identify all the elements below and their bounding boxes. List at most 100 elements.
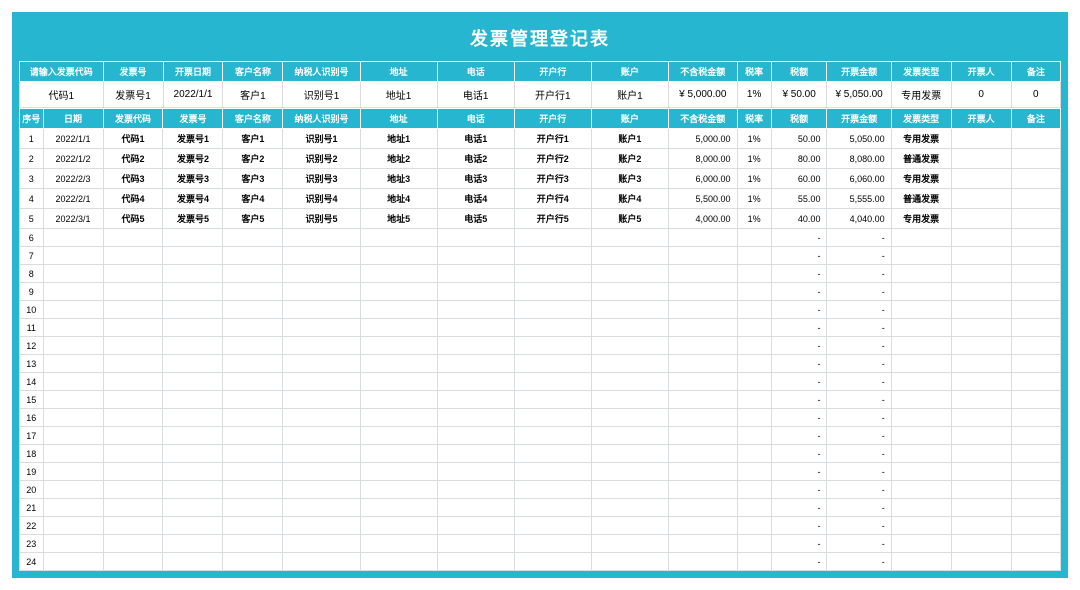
cell-empty: -	[771, 499, 827, 517]
cell-num: 发票号2	[163, 149, 223, 169]
cell-empty	[283, 247, 360, 265]
cell-empty	[737, 553, 771, 571]
cell-rate: 1%	[737, 129, 771, 149]
cell-type: 普通发票	[891, 149, 951, 169]
cell-empty: -	[771, 427, 827, 445]
cell-empty	[360, 499, 437, 517]
cell-empty	[437, 427, 514, 445]
cell-empty	[951, 283, 1011, 301]
query-value-cell: 代码1	[20, 82, 104, 108]
table-row-empty: 10--	[20, 301, 1061, 319]
cell-addr: 地址3	[360, 169, 437, 189]
cell-bank: 开户行4	[514, 189, 591, 209]
cell-empty: 14	[20, 373, 44, 391]
cell-empty	[951, 445, 1011, 463]
cell-empty	[1011, 373, 1060, 391]
query-header-cell: 备注	[1011, 62, 1060, 82]
cell-empty: 20	[20, 481, 44, 499]
cell-empty	[514, 229, 591, 247]
cell-bank: 开户行5	[514, 209, 591, 229]
cell-tel: 电话3	[437, 169, 514, 189]
query-value-cell: 2022/1/1	[163, 82, 223, 108]
cell-addr: 地址4	[360, 189, 437, 209]
cell-empty	[360, 445, 437, 463]
cell-date: 2022/1/1	[43, 129, 103, 149]
table-row-empty: 7--	[20, 247, 1061, 265]
cell-empty	[668, 409, 737, 427]
cell-empty: 17	[20, 427, 44, 445]
cell-code: 代码2	[103, 149, 163, 169]
cell-tax: 50.00	[771, 129, 827, 149]
cell-empty	[1011, 517, 1060, 535]
cell-cust: 客户1	[223, 129, 283, 149]
cell-taxid: 识别号2	[283, 149, 360, 169]
cell-empty: 11	[20, 319, 44, 337]
cell-empty	[737, 247, 771, 265]
cell-empty	[283, 553, 360, 571]
cell-empty	[1011, 265, 1060, 283]
table-row: 42022/2/1代码4发票号4客户4识别号4地址4电话4开户行4账户45,50…	[20, 189, 1061, 209]
cell-taxid: 识别号3	[283, 169, 360, 189]
cell-empty	[223, 499, 283, 517]
cell-empty	[951, 463, 1011, 481]
cell-empty	[591, 247, 668, 265]
cell-empty	[591, 445, 668, 463]
cell-empty	[283, 391, 360, 409]
cell-empty	[737, 445, 771, 463]
cell-num: 发票号5	[163, 209, 223, 229]
cell-empty	[514, 373, 591, 391]
cell-empty	[223, 229, 283, 247]
cell-empty	[103, 229, 163, 247]
list-header-row: 序号日期发票代码发票号客户名称纳税人识别号地址电话开户行账户不含税金额税率税额开…	[20, 109, 1061, 129]
cell-empty	[283, 283, 360, 301]
cell-empty	[163, 499, 223, 517]
cell-amt: 5,000.00	[668, 129, 737, 149]
cell-empty	[223, 319, 283, 337]
list-header-cell: 日期	[43, 109, 103, 129]
cell-empty	[951, 265, 1011, 283]
cell-empty	[163, 391, 223, 409]
cell-empty	[591, 463, 668, 481]
cell-empty	[360, 517, 437, 535]
table-row-empty: 8--	[20, 265, 1061, 283]
cell-empty: 13	[20, 355, 44, 373]
cell-empty	[737, 517, 771, 535]
table-row: 32022/2/3代码3发票号3客户3识别号3地址3电话3开户行3账户36,00…	[20, 169, 1061, 189]
cell-empty	[591, 553, 668, 571]
cell-empty	[437, 229, 514, 247]
query-value-cell: 1%	[737, 82, 771, 108]
cell-empty	[437, 301, 514, 319]
cell-amt: 4,000.00	[668, 209, 737, 229]
cell-empty	[43, 391, 103, 409]
cell-empty: -	[771, 355, 827, 373]
cell-code: 代码4	[103, 189, 163, 209]
cell-empty	[360, 265, 437, 283]
cell-empty	[103, 553, 163, 571]
cell-empty: -	[771, 463, 827, 481]
cell-empty	[43, 301, 103, 319]
cell-empty: -	[771, 229, 827, 247]
cell-empty	[737, 499, 771, 517]
cell-empty: 7	[20, 247, 44, 265]
cell-empty	[283, 409, 360, 427]
cell-acct: 账户4	[591, 189, 668, 209]
cell-empty	[103, 481, 163, 499]
cell-empty: -	[827, 463, 891, 481]
invoice-register-sheet: 发票管理登记表 请输入发票代码发票号开票日期客户名称纳税人识别号地址电话开户行账…	[12, 12, 1068, 578]
table-row: 12022/1/1代码1发票号1客户1识别号1地址1电话1开户行1账户15,00…	[20, 129, 1061, 149]
cell-empty	[43, 229, 103, 247]
cell-tax: 80.00	[771, 149, 827, 169]
cell-empty	[951, 391, 1011, 409]
cell-empty	[891, 445, 951, 463]
cell-empty	[891, 409, 951, 427]
cell-empty	[591, 301, 668, 319]
table-row-empty: 19--	[20, 463, 1061, 481]
list-header-cell: 税额	[771, 109, 827, 129]
query-header-cell: 地址	[360, 62, 437, 82]
cell-note	[1011, 189, 1060, 209]
cell-empty	[437, 337, 514, 355]
cell-issuer	[951, 149, 1011, 169]
table-row-empty: 20--	[20, 481, 1061, 499]
cell-empty	[103, 517, 163, 535]
cell-empty	[951, 499, 1011, 517]
